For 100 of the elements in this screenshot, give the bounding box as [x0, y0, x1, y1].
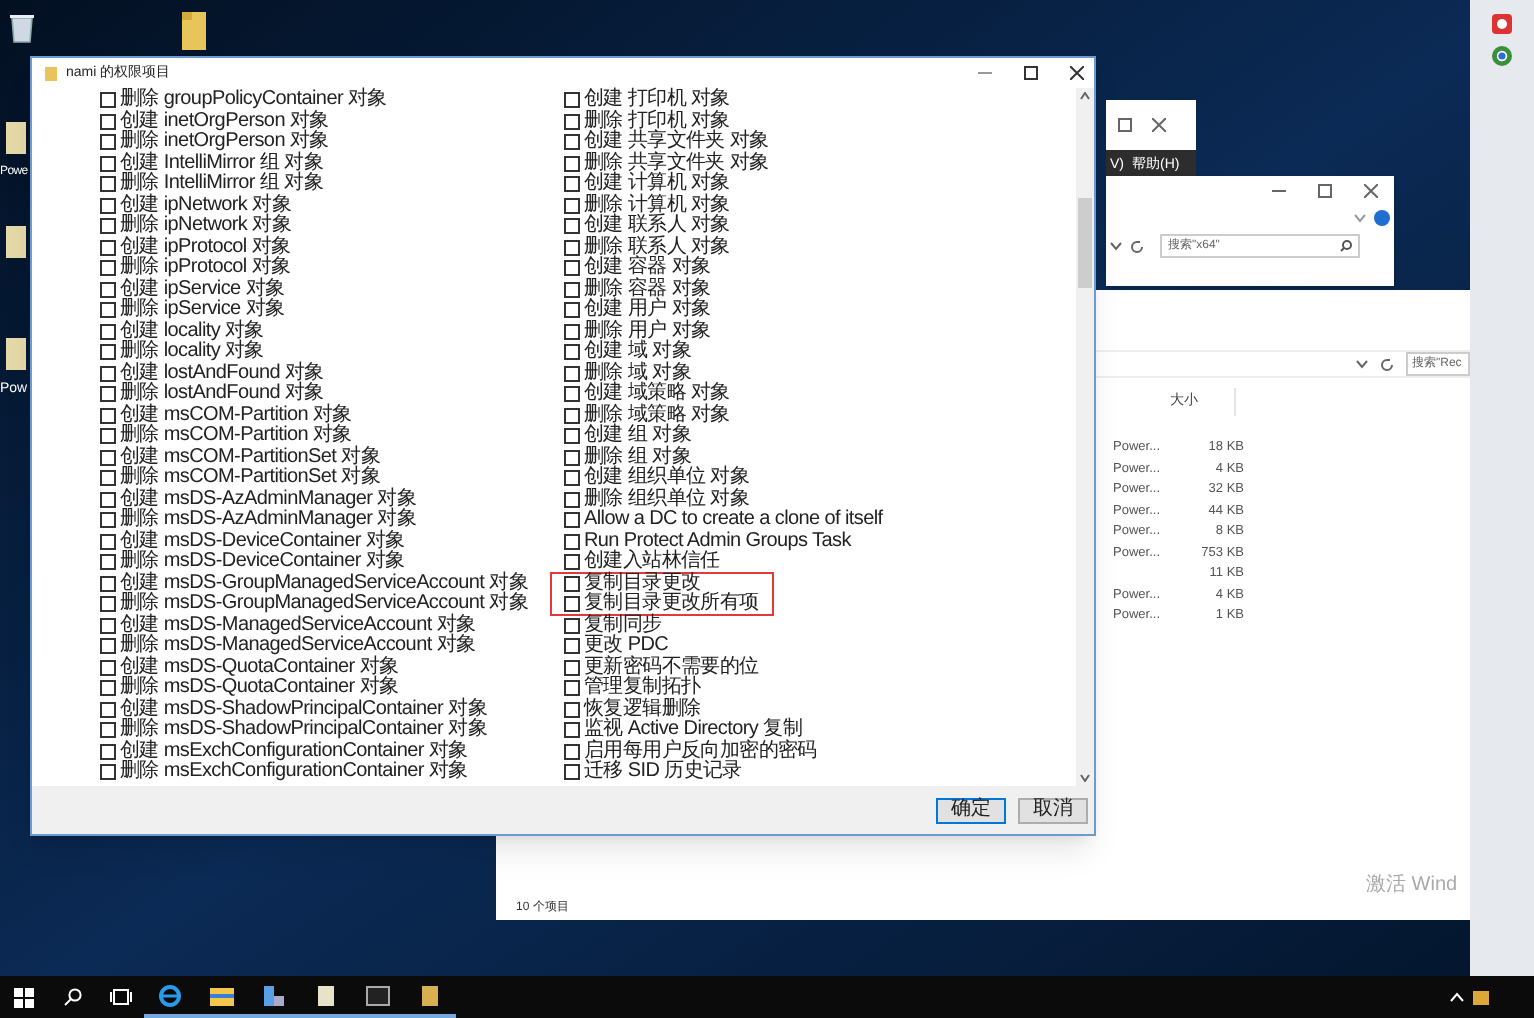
chevron-up-icon[interactable]	[1450, 992, 1464, 1002]
scrollbar-thumb[interactable]	[1078, 198, 1092, 288]
checkbox[interactable]	[564, 428, 580, 445]
checkbox[interactable]	[564, 155, 580, 172]
checkbox[interactable]	[564, 512, 580, 529]
checkbox[interactable]	[564, 386, 580, 403]
checkbox[interactable]	[100, 491, 116, 508]
file-icon[interactable]	[4, 120, 28, 156]
task-view-icon[interactable]	[109, 988, 131, 1006]
checkbox[interactable]	[564, 533, 580, 550]
chevron-down-icon[interactable]	[1356, 358, 1368, 370]
checkbox[interactable]	[100, 743, 116, 760]
document-icon[interactable]	[316, 983, 336, 1007]
checkbox[interactable]	[564, 176, 580, 193]
checkbox[interactable]	[564, 344, 580, 361]
dialog-button[interactable]: 确定	[936, 797, 1006, 823]
file-icon[interactable]	[4, 224, 28, 260]
help-icon[interactable]	[1374, 210, 1390, 226]
checkbox[interactable]	[564, 134, 580, 151]
checkbox[interactable]	[100, 239, 116, 256]
checkbox[interactable]	[100, 470, 116, 487]
scroll-up-icon[interactable]	[1080, 92, 1090, 100]
folder-icon[interactable]	[180, 8, 208, 52]
maximize-icon[interactable]	[1024, 66, 1038, 80]
checkbox[interactable]	[100, 281, 116, 298]
checkbox[interactable]	[100, 722, 116, 739]
checkbox[interactable]	[564, 617, 580, 634]
checkbox[interactable]	[100, 344, 116, 361]
checkbox[interactable]	[564, 449, 580, 466]
recycle-bin-icon[interactable]	[8, 12, 36, 44]
checkbox[interactable]	[100, 575, 116, 592]
checkbox[interactable]	[100, 218, 116, 235]
checkbox[interactable]	[100, 365, 116, 382]
checkbox[interactable]	[100, 92, 116, 109]
scroll-down-icon[interactable]	[1080, 774, 1090, 782]
checkbox[interactable]	[100, 302, 116, 319]
checkbox[interactable]	[100, 701, 116, 718]
checkbox[interactable]	[564, 722, 580, 739]
checkbox[interactable]	[564, 323, 580, 340]
checkbox[interactable]	[100, 260, 116, 277]
checkbox[interactable]	[564, 218, 580, 235]
checkbox[interactable]	[564, 365, 580, 382]
tray-icon[interactable]	[1472, 989, 1490, 1005]
checkbox[interactable]	[100, 197, 116, 214]
minimize-icon[interactable]	[978, 66, 992, 80]
checkbox[interactable]	[564, 554, 580, 571]
checkbox[interactable]	[100, 176, 116, 193]
checkbox[interactable]	[100, 155, 116, 172]
search-icon[interactable]	[63, 988, 81, 1006]
checkbox[interactable]	[100, 113, 116, 130]
folder-icon[interactable]	[210, 985, 234, 1005]
dialog-button[interactable]: 取消	[1018, 797, 1088, 823]
checkbox[interactable]	[564, 113, 580, 130]
checkbox[interactable]	[564, 701, 580, 718]
file-icon[interactable]	[4, 336, 28, 372]
checkbox[interactable]	[100, 554, 116, 571]
checkbox[interactable]	[100, 659, 116, 676]
checkbox[interactable]	[564, 239, 580, 256]
close-icon[interactable]	[1070, 66, 1084, 80]
browser-icon[interactable]	[1490, 44, 1514, 68]
checkbox[interactable]	[564, 302, 580, 319]
checkbox[interactable]	[564, 659, 580, 676]
checkbox[interactable]	[564, 407, 580, 424]
terminal-icon[interactable]	[366, 985, 390, 1005]
chevron-down-icon[interactable]	[1110, 240, 1122, 252]
refresh-icon[interactable]	[1380, 357, 1394, 371]
checkbox[interactable]	[564, 638, 580, 655]
checkbox[interactable]	[100, 533, 116, 550]
server-manager-icon[interactable]	[262, 983, 286, 1007]
checkbox[interactable]	[564, 470, 580, 487]
windows-logo-icon[interactable]	[14, 987, 34, 1007]
browser-e-icon[interactable]	[158, 983, 182, 1007]
checkbox[interactable]	[564, 197, 580, 214]
maximize-icon[interactable]	[1118, 118, 1132, 132]
checkbox[interactable]	[100, 680, 116, 697]
close-icon[interactable]	[1152, 118, 1166, 132]
checkbox[interactable]	[100, 407, 116, 424]
checkbox[interactable]	[564, 92, 580, 109]
checkbox[interactable]	[564, 491, 580, 508]
checkbox[interactable]	[100, 449, 116, 466]
checkbox[interactable]	[100, 764, 116, 781]
checkbox[interactable]	[564, 680, 580, 697]
checkbox[interactable]	[100, 638, 116, 655]
checkbox[interactable]	[100, 596, 116, 613]
checkbox[interactable]	[564, 596, 580, 613]
checkbox[interactable]	[564, 575, 580, 592]
checkbox[interactable]	[100, 428, 116, 445]
chevron-down-icon[interactable]	[1354, 212, 1366, 224]
scrollbar[interactable]	[1076, 88, 1094, 786]
app-icon[interactable]	[1490, 12, 1514, 36]
checkbox[interactable]	[564, 260, 580, 277]
checkbox[interactable]	[564, 764, 580, 781]
maximize-icon[interactable]	[1318, 183, 1332, 197]
checkbox[interactable]	[100, 323, 116, 340]
close-icon[interactable]	[1364, 183, 1378, 197]
checkbox[interactable]	[100, 512, 116, 529]
refresh-icon[interactable]	[1130, 239, 1144, 253]
checkbox[interactable]	[100, 386, 116, 403]
checkbox[interactable]	[100, 617, 116, 634]
checkbox[interactable]	[100, 134, 116, 151]
